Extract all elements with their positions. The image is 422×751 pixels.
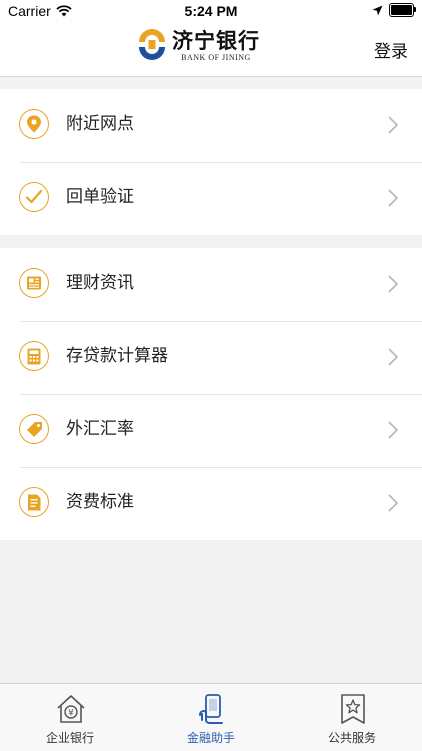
menu-item-wealth-news[interactable]: 理财资讯 — [0, 248, 422, 321]
menu-item-label: 资费标准 — [66, 492, 134, 512]
tab-label: 公共服务 — [327, 731, 376, 745]
house-yuan-icon: ¥ — [57, 695, 85, 723]
menu-item-label: 回单验证 — [66, 187, 134, 207]
location-arrow-icon — [372, 5, 383, 15]
bank-logo: 济宁银行 BANK OF JINING — [136, 29, 260, 63]
bank-emblem-icon — [139, 29, 165, 60]
menu-item-exchange-rates[interactable]: 外汇汇率 — [0, 394, 422, 467]
chevron-right-icon — [388, 189, 398, 207]
checkmark-icon — [19, 182, 49, 212]
login-button[interactable]: 登录 — [374, 37, 408, 62]
price-tag-icon — [19, 414, 49, 444]
calculator-icon — [19, 341, 49, 371]
tab-bar: ¥ 企业银行 金融助手 公共服务 — [0, 683, 422, 751]
logo-text: 济宁银行 BANK OF JINING — [172, 29, 260, 63]
logo-chinese-name: 济宁银行 — [172, 28, 260, 53]
chevron-right-icon — [388, 421, 398, 439]
menu-item-loan-calculator[interactable]: 存贷款计算器 — [0, 321, 422, 394]
chevron-right-icon — [388, 348, 398, 366]
phone-hand-icon — [199, 694, 223, 724]
tab-finance-assistant[interactable]: 金融助手 — [141, 684, 281, 751]
menu-item-label: 外汇汇率 — [66, 419, 134, 439]
svg-text:¥: ¥ — [68, 709, 74, 719]
menu-group-services: 附近网点 回单验证 — [0, 89, 422, 235]
menu-item-label: 存贷款计算器 — [66, 346, 168, 366]
tab-label: 金融助手 — [186, 731, 235, 745]
menu-item-fee-standards[interactable]: 资费标准 — [0, 467, 422, 540]
chevron-right-icon — [388, 116, 398, 134]
tab-public-services[interactable]: 公共服务 — [282, 684, 422, 751]
tab-corporate-banking[interactable]: ¥ 企业银行 — [0, 684, 140, 751]
logo-english-name: BANK OF JINING — [181, 53, 251, 62]
star-bookmark-icon — [341, 694, 365, 724]
menu-item-label: 附近网点 — [66, 114, 134, 134]
location-pin-icon — [19, 109, 49, 139]
menu-item-receipt-verification[interactable]: 回单验证 — [0, 162, 422, 235]
menu-group-tools: 理财资讯 存贷款计算器 外汇汇率 资费标准 — [0, 248, 422, 540]
chevron-right-icon — [388, 494, 398, 512]
newspaper-icon — [19, 268, 49, 298]
status-bar: Carrier 5:24 PM — [0, 0, 422, 22]
tab-label: 企业银行 — [45, 731, 94, 745]
battery-icon — [389, 3, 416, 17]
document-icon — [19, 487, 49, 517]
status-time: 5:24 PM — [184, 3, 238, 19]
status-right — [372, 3, 416, 17]
nav-bar: 济宁银行 BANK OF JINING 登录 — [0, 22, 422, 77]
chevron-right-icon — [388, 275, 398, 293]
menu-item-label: 理财资讯 — [66, 273, 134, 293]
menu-item-nearby-branches[interactable]: 附近网点 — [0, 89, 422, 162]
